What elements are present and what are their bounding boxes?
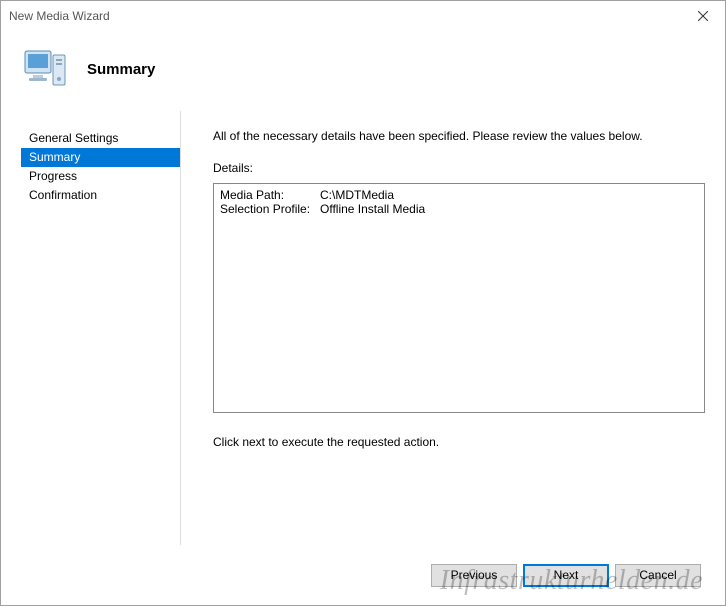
detail-key: Selection Profile: (220, 202, 320, 216)
intro-text: All of the necessary details have been s… (213, 129, 705, 143)
wizard-steps-sidebar: General Settings Summary Progress Confir… (21, 111, 181, 545)
detail-value: C:\MDTMedia (320, 188, 429, 202)
close-icon (698, 11, 708, 21)
page-title: Summary (87, 61, 155, 78)
window-title: New Media Wizard (9, 9, 110, 23)
table-row: Selection Profile: Offline Install Media (220, 202, 429, 216)
close-button[interactable] (680, 1, 725, 31)
titlebar: New Media Wizard (1, 1, 725, 31)
next-button[interactable]: Next (523, 564, 609, 587)
cancel-button[interactable]: Cancel (615, 564, 701, 587)
details-box[interactable]: Media Path: C:\MDTMedia Selection Profil… (213, 183, 705, 413)
wizard-button-row: Previous Next Cancel (1, 545, 725, 605)
detail-key: Media Path: (220, 188, 320, 202)
sidebar-item-general-settings[interactable]: General Settings (21, 129, 180, 148)
wizard-header: Summary (1, 31, 725, 111)
details-label: Details: (213, 161, 705, 175)
previous-button[interactable]: Previous (431, 564, 517, 587)
wizard-body: General Settings Summary Progress Confir… (1, 111, 725, 545)
table-row: Media Path: C:\MDTMedia (220, 188, 429, 202)
details-table: Media Path: C:\MDTMedia Selection Profil… (220, 188, 429, 216)
sidebar-item-summary[interactable]: Summary (21, 148, 180, 167)
footer-note: Click next to execute the requested acti… (213, 435, 705, 449)
detail-value: Offline Install Media (320, 202, 429, 216)
computer-icon (21, 45, 69, 93)
sidebar-item-confirmation[interactable]: Confirmation (21, 186, 180, 205)
wizard-window: New Media Wizard Summary General Setting… (0, 0, 726, 606)
wizard-content: All of the necessary details have been s… (195, 111, 705, 545)
sidebar-item-progress[interactable]: Progress (21, 167, 180, 186)
